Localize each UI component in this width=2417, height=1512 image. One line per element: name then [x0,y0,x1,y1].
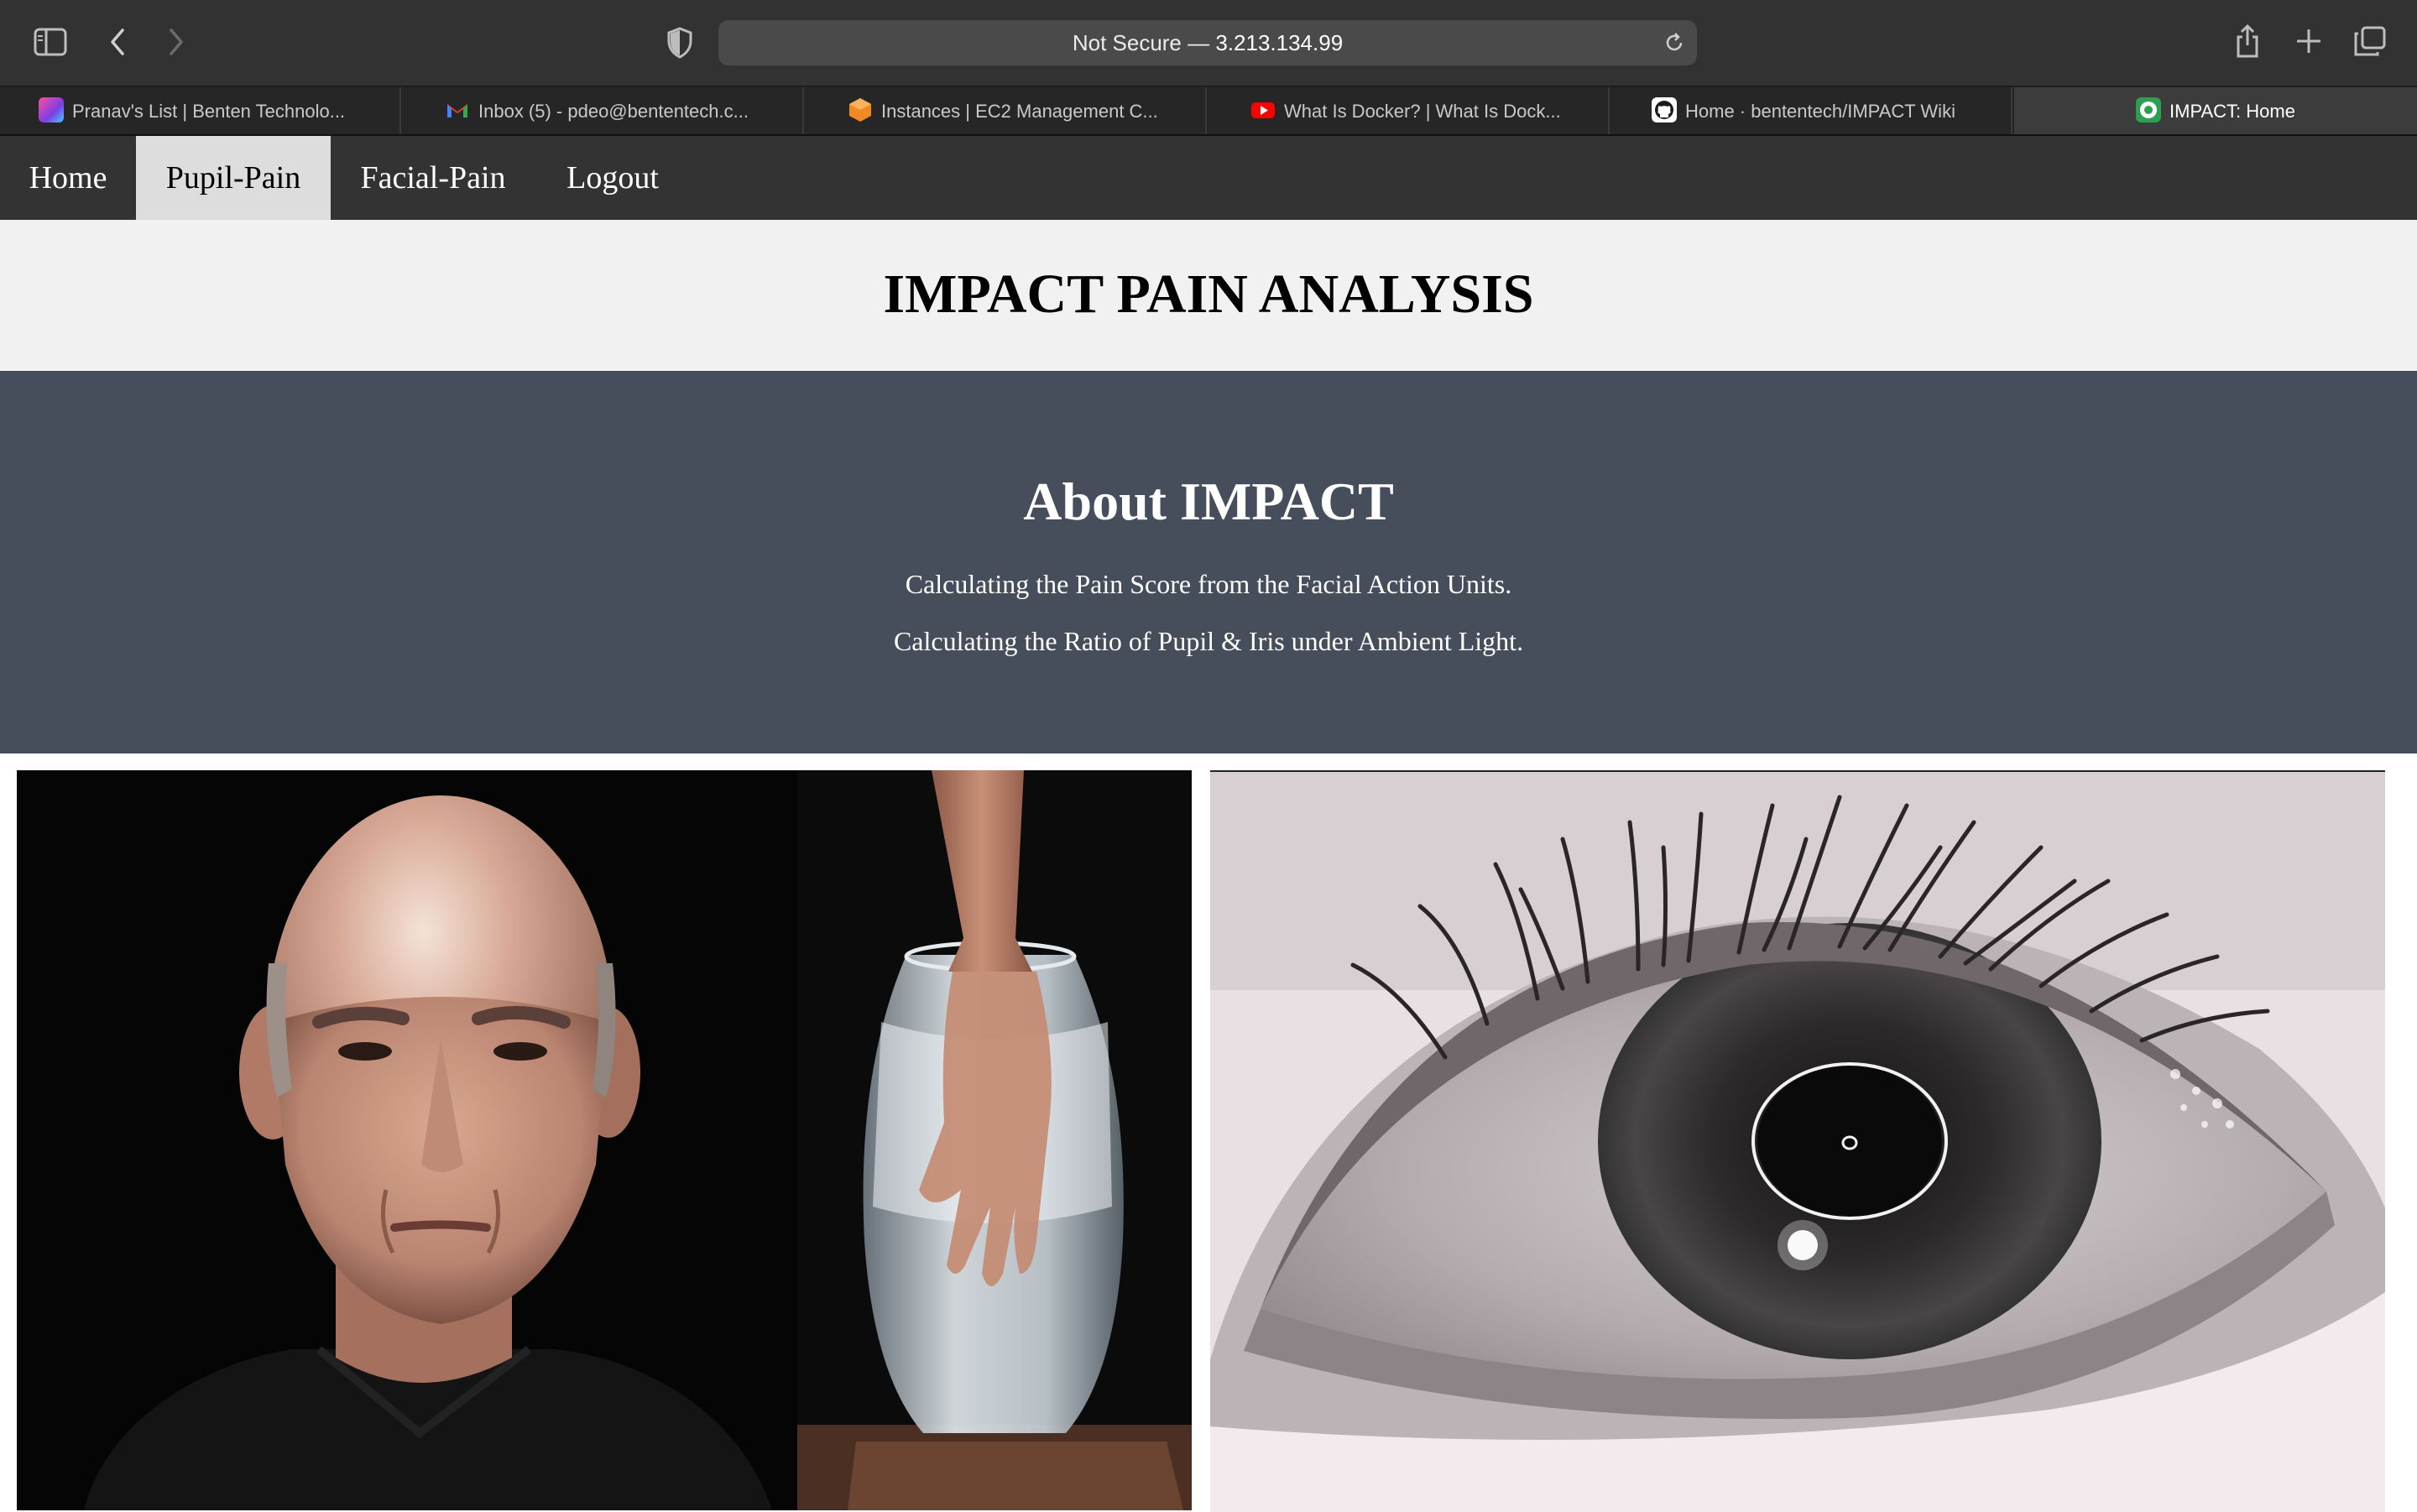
browser-tab[interactable]: Instances | EC2 Management C... [806,87,1207,134]
chevron-right-icon[interactable] [166,27,186,57]
shield-icon[interactable] [666,27,693,59]
reload-icon[interactable] [1663,32,1685,54]
browser-tab[interactable]: Pranav's List | Benten Technolo... [0,87,401,134]
browser-toolbar: Not Secure — 3.213.134.99 [0,0,2417,87]
pupil-pain-image [1210,770,2385,1512]
tab-title: Inbox (5) - pdeo@bententech.c... [478,101,749,123]
plus-icon[interactable] [2294,27,2323,55]
aws-ec2-favicon-icon [849,98,871,123]
about-text: Calculating the Pain Score from the Faci… [905,569,1512,599]
tab-title: Pranav's List | Benten Technolo... [72,101,346,123]
tab-title: What Is Docker? | What Is Dock... [1284,101,1561,123]
share-icon[interactable] [2234,23,2261,59]
nav-pupil-pain[interactable]: Pupil-Pain [136,136,331,220]
browser-tab-active[interactable]: IMPACT: Home [2014,87,2417,134]
sidebar-toggle-icon[interactable] [34,27,67,57]
about-text: Calculating the Ratio of Pupil & Iris un… [893,626,1524,656]
url-text: Not Secure — 3.213.134.99 [718,20,1697,65]
github-favicon-icon [1652,97,1677,123]
impact-favicon-icon [2136,97,2162,123]
browser-tab[interactable]: Home · bententech/IMPACT Wiki [1611,87,2012,134]
address-bar[interactable]: Not Secure — 3.213.134.99 [718,20,1697,65]
nav-logout[interactable]: Logout [535,136,690,220]
gmail-favicon-icon [447,104,467,118]
clickup-favicon-icon [39,97,64,123]
nav-facial-pain[interactable]: Facial-Pain [331,136,535,220]
tab-strip: Pranav's List | Benten Technolo... Inbox… [0,87,2417,136]
tab-title: Instances | EC2 Management C... [881,101,1158,123]
tab-title: IMPACT: Home [2169,101,2295,123]
facial-pain-image [17,770,1192,1510]
youtube-favicon-icon [1251,102,1275,119]
url-host: 3.213.134.99 [1215,30,1344,55]
page-title: IMPACT PAIN ANALYSIS [883,263,1534,325]
about-section: About IMPACT Calculating the Pain Score … [0,371,2417,753]
about-title: About IMPACT [1023,472,1394,531]
chevron-left-icon[interactable] [107,27,128,57]
tab-title: Home · bententech/IMPACT Wiki [1685,101,1955,123]
browser-tab[interactable]: What Is Docker? | What Is Dock... [1208,87,1610,134]
url-security-label: Not Secure — [1072,30,1216,55]
site-nav: Home Pupil-Pain Facial-Pain Logout [0,136,2417,220]
page-header: IMPACT PAIN ANALYSIS [0,220,2417,371]
nav-home[interactable]: Home [0,136,136,220]
browser-tab[interactable]: Inbox (5) - pdeo@bententech.c... [403,87,804,134]
tab-overview-icon[interactable] [2353,25,2387,57]
